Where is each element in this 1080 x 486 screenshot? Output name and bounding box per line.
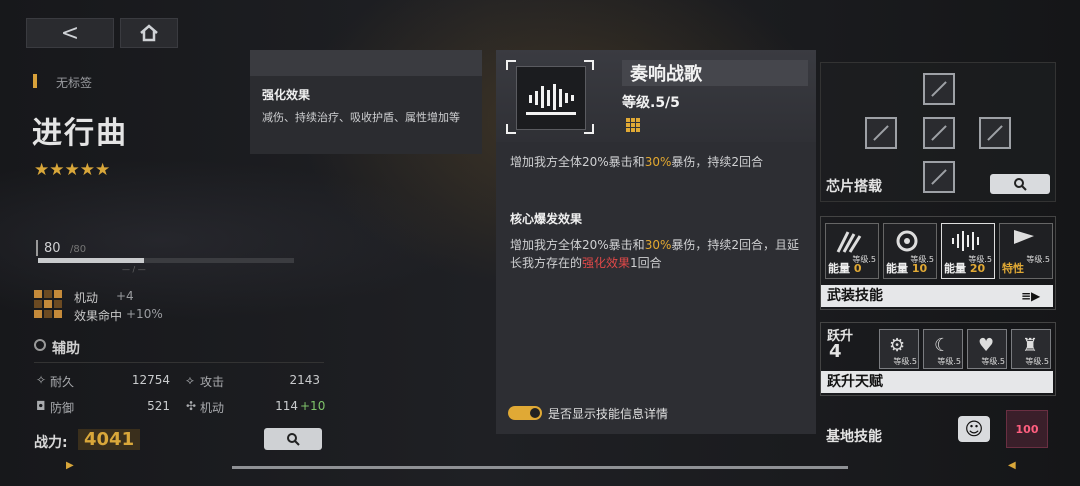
arms-skills: 等级.5 能量 0 等级.5 能量 10 等级.5 能量 20 等级.5 特性 …: [820, 216, 1056, 310]
stat-value: 2143: [289, 373, 320, 387]
power-value: 4041: [78, 429, 141, 450]
mobility-label: 机动: [74, 291, 99, 305]
tooltip-title: 强化效果: [262, 88, 311, 102]
chip-slot[interactable]: [923, 73, 955, 105]
crown-icon: ♜: [1022, 335, 1039, 356]
stat-label: 防御: [50, 401, 75, 415]
play-icon[interactable]: ≡▶: [1021, 289, 1040, 303]
chip-slot[interactable]: [923, 117, 955, 149]
magnifier-icon: [287, 433, 300, 446]
soundwave-icon: [952, 231, 979, 251]
chip-slot[interactable]: [865, 117, 897, 149]
home-icon: [140, 24, 158, 42]
unit-tag: 无标签: [56, 76, 93, 90]
unit-name: 进行曲: [32, 116, 128, 151]
tooltip-header: [250, 50, 482, 76]
hp-bar-track: [144, 258, 294, 263]
talent-slot[interactable]: ⚙ 等级.5: [879, 329, 919, 369]
arms-skill-slot-selected[interactable]: 等级.5 能量 20: [941, 223, 995, 279]
hp-current: 80: [44, 241, 61, 256]
affection-badge[interactable]: 100: [1006, 410, 1048, 448]
ring-icon: [896, 230, 918, 252]
home-button[interactable]: [120, 18, 178, 48]
skill-detail-panel: 奏响战歌 等级.5/5 增加我方全体20%暴击和30%暴伤，持续2回合 核心爆发…: [496, 50, 816, 434]
crescent-icon: ☾: [934, 335, 951, 356]
talent-slot[interactable]: ♜ 等级.5: [1011, 329, 1051, 369]
base-skill: 基地技能 ☺ 100: [820, 408, 1054, 452]
gear-icon: ⚙: [889, 335, 906, 356]
stat-value: 12754: [131, 373, 170, 387]
role-icon: [34, 339, 46, 351]
promo-talent-label: 跃升天赋: [821, 371, 1053, 393]
chip-grid-icon: [626, 118, 640, 132]
stat-value: 521: [147, 399, 170, 413]
tooltip-body: 减伤、持续治疗、吸收护盾、属性增加等: [262, 111, 460, 124]
chip-label: 芯片搭载: [826, 179, 882, 195]
stat-label: 攻击: [200, 375, 225, 389]
promotion-panel: 跃升 4 ⚙ 等级.5 ☾ 等级.5 ♥ 等级.5 ♜ 等级.5 跃升天赋: [820, 322, 1056, 396]
talent-slot[interactable]: ☾ 等级.5: [923, 329, 963, 369]
ornament-right: ◀: [1008, 460, 1016, 471]
core-burst-description: 增加我方全体20%暴击和30%暴伤，持续2回合，且延长我方存在的强化效果1回合: [510, 238, 799, 270]
heart-icon: ♥: [978, 335, 995, 356]
detail-toggle[interactable]: [508, 406, 542, 420]
role-label: 辅助: [52, 341, 80, 357]
smile-icon: ☺: [964, 418, 984, 440]
stat-mob-icon: ✣: [186, 399, 197, 413]
divider: [34, 362, 324, 363]
inspect-button[interactable]: [264, 428, 322, 450]
arms-skill-slot[interactable]: 等级.5 能量 0: [825, 223, 879, 279]
claw-icon: [836, 231, 862, 253]
arms-skill-slot[interactable]: 等级.5 特性: [999, 223, 1053, 279]
hp-bar: [38, 258, 144, 263]
stat-bonus: +10: [300, 399, 326, 413]
skill-description: 增加我方全体20%暴击和30%暴伤，持续2回合: [510, 155, 763, 169]
stat-atk-icon: ⟡: [186, 373, 194, 387]
promo-level: 4: [829, 341, 842, 362]
hp-sub: — / —: [122, 265, 146, 274]
skill-name: 奏响战歌: [622, 60, 808, 86]
hp-max: /80: [70, 244, 87, 255]
back-button[interactable]: <: [26, 18, 114, 48]
flag-icon: [1014, 230, 1034, 254]
hit-bonus: +10%: [126, 307, 163, 321]
skill-level: 等级.5/5: [622, 95, 680, 111]
hp-marker: [36, 240, 38, 256]
talent-slot[interactable]: ♥ 等级.5: [967, 329, 1007, 369]
hit-label: 效果命中: [74, 309, 123, 323]
stat-label: 机动: [200, 401, 225, 415]
magnifier-icon: [1014, 178, 1027, 191]
arms-skill-slot[interactable]: 等级.5 能量 10: [883, 223, 937, 279]
unit-stars: ★★★★★: [34, 160, 111, 180]
chip-slot[interactable]: [979, 117, 1011, 149]
base-skill-label: 基地技能: [826, 429, 882, 445]
stat-hp-icon: ✧: [36, 373, 47, 387]
chip-inspect-button[interactable]: [990, 174, 1050, 194]
ornament-left: ▶: [66, 460, 74, 471]
stat-value: 114: [275, 399, 298, 413]
soundwave-icon: [516, 66, 586, 130]
back-icon: <: [60, 20, 80, 46]
equipment-grid-icon: [34, 290, 62, 318]
power-label: 战力:: [34, 435, 68, 451]
stat-def-icon: ◘: [36, 399, 46, 413]
arms-skills-label: 武装技能: [821, 285, 1053, 307]
base-skill-button[interactable]: ☺: [958, 416, 990, 442]
bottom-divider: [232, 466, 848, 469]
mobility-bonus: +4: [116, 289, 134, 303]
buff-link[interactable]: 强化效果: [582, 256, 630, 270]
skill-icon-frame: [506, 60, 594, 134]
buff-tooltip: 强化效果 减伤、持续治疗、吸收护盾、属性增加等: [250, 50, 482, 154]
affection-value: 100: [1015, 422, 1039, 436]
stat-label: 耐久: [50, 375, 75, 389]
core-burst-title: 核心爆发效果: [510, 212, 583, 226]
tag-marker: [33, 74, 37, 88]
chip-slot[interactable]: [923, 161, 955, 193]
detail-toggle-label: 是否显示技能信息详情: [548, 407, 669, 421]
